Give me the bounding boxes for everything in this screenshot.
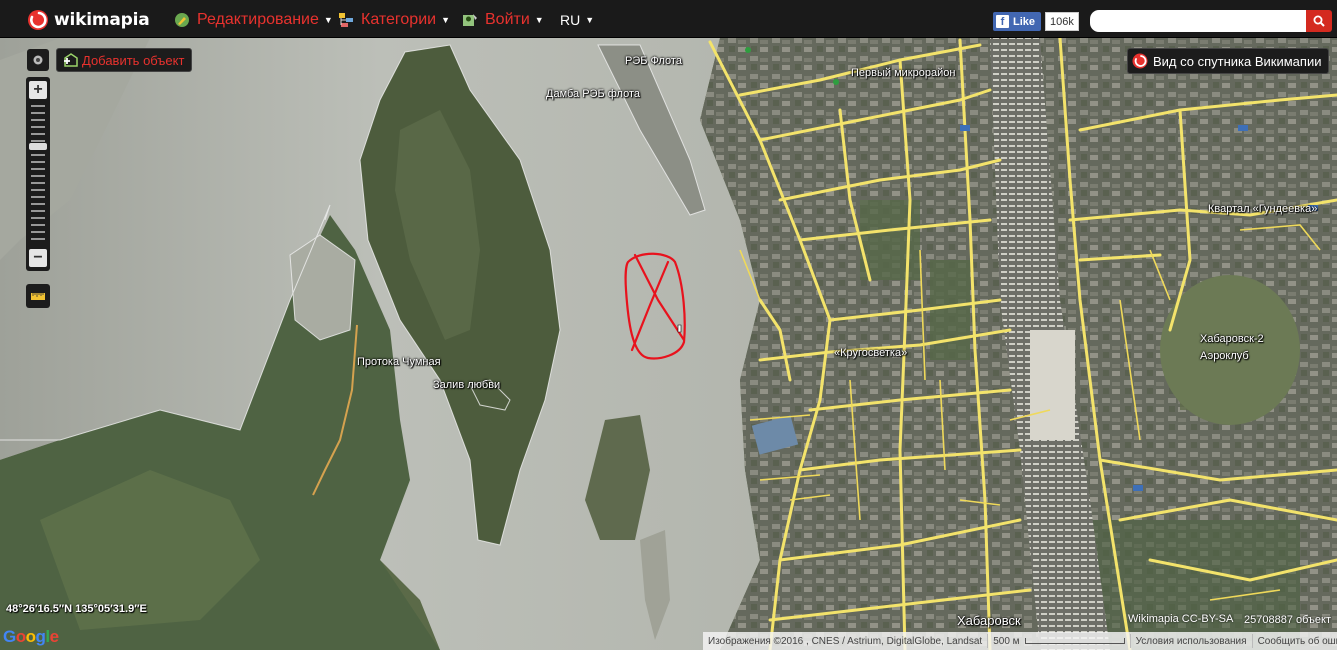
cursor-coordinates: 48°26′16.5″N 135°05′31.9″E (6, 603, 147, 615)
map-label-kvartal-gundeevka[interactable]: Квартал «Гундеевка» (1208, 203, 1317, 215)
object-count: 25708887 объект (1244, 614, 1332, 626)
zoom-in-button[interactable]: + (29, 81, 47, 99)
zoom-slider-handle[interactable] (29, 143, 47, 150)
google-logo[interactable]: Google (3, 627, 59, 647)
map-footer-bar: Изображения ©2016 , CNES / Astrium, Digi… (703, 632, 1337, 650)
scale-bar (1024, 638, 1125, 644)
edit-icon (175, 13, 189, 27)
chevron-down-icon: ▼ (585, 15, 595, 25)
imagery-attribution: Изображения ©2016 , CNES / Astrium, Digi… (703, 634, 989, 648)
facebook-icon: f (996, 15, 1009, 28)
hand-cursor-icon (677, 324, 682, 333)
search-icon (1313, 15, 1325, 27)
satellite-map[interactable] (0, 38, 1337, 650)
add-object-button[interactable]: Добавить объект (56, 48, 193, 72)
wikimapia-icon (1132, 53, 1148, 69)
user-icon (463, 14, 477, 26)
wikimapia-logo-icon (28, 10, 48, 30)
nav-edit[interactable]: Редактирование ▼ (174, 11, 333, 29)
target-icon (33, 55, 43, 65)
park (930, 260, 970, 360)
categories-icon (339, 13, 353, 27)
scale-label: 500 м (993, 635, 1020, 647)
zoom-slider-track[interactable] (31, 104, 45, 244)
nav-categories[interactable]: Категории ▼ (338, 11, 450, 29)
facebook-like-count: 106k (1045, 12, 1079, 31)
chevron-down-icon: ▼ (441, 15, 450, 25)
nav-login[interactable]: Войти ▼ (462, 11, 544, 29)
logo-text: wikimapia (54, 10, 150, 30)
poi-marker[interactable] (745, 47, 751, 53)
map-label-aeroklub[interactable]: Аэроклуб (1200, 350, 1249, 362)
bus-stop-icon[interactable] (960, 125, 970, 131)
report-error-link[interactable]: Сообщить об ошибке на к (1253, 634, 1337, 648)
facebook-like-widget[interactable]: f Like 106k (993, 12, 1079, 31)
map-label-protoka-chumnaya[interactable]: Протока Чумная (357, 356, 441, 368)
ruler-button[interactable] (26, 284, 50, 308)
map-label-city-khabarovsk[interactable]: Хабаровск (957, 613, 1021, 628)
wikimapia-app: wikimapia Редактирование ▼ Категории ▼ В… (0, 0, 1337, 650)
station-platforms (1030, 330, 1075, 440)
nav-login-label: Войти (485, 11, 530, 28)
zoom-out-button[interactable]: − (29, 249, 47, 267)
language-selector[interactable]: RU ▼ (560, 11, 594, 29)
terms-link[interactable]: Условия использования (1131, 634, 1253, 648)
nav-categories-label: Категории (361, 11, 437, 28)
add-object-icon (64, 53, 78, 67)
facebook-like-label: Like (1013, 15, 1036, 28)
language-label: RU (560, 12, 581, 28)
license-link[interactable]: Wikimapia CC-BY-SA (1128, 613, 1233, 625)
search-button[interactable] (1306, 10, 1332, 32)
add-object-label: Добавить объект (82, 52, 185, 68)
map-scale[interactable]: 500 м (988, 634, 1131, 648)
nav-edit-label: Редактирование (197, 11, 319, 28)
map-label-krugosvetka[interactable]: «Кругосветка» (834, 347, 907, 359)
wikimapia-logo[interactable]: wikimapia (27, 9, 150, 31)
top-bar: wikimapia Редактирование ▼ Категории ▼ В… (0, 0, 1337, 38)
poi-marker[interactable] (833, 79, 839, 85)
map-label-damba[interactable]: Дамба РЭБ флота (546, 88, 640, 100)
facebook-like-button[interactable]: f Like (993, 12, 1042, 31)
bus-stop-icon[interactable] (1238, 125, 1248, 131)
map-label-first-microdistrict[interactable]: Первый микрорайон (851, 67, 955, 79)
satellite-view-label: Вид со спутника Викимапии (1153, 53, 1322, 69)
map-label-reb-flota[interactable]: РЭБ Флота (625, 55, 682, 67)
ruler-icon (31, 293, 45, 300)
bus-stop-icon[interactable] (1133, 485, 1143, 491)
search-input[interactable] (1090, 10, 1306, 32)
map-label-khabarovsk-2[interactable]: Хабаровск-2 (1200, 333, 1264, 345)
chevron-down-icon: ▼ (323, 15, 333, 25)
chevron-down-icon: ▼ (534, 15, 544, 25)
locate-button[interactable] (27, 49, 49, 71)
zoom-control: + − (26, 77, 50, 271)
satellite-view-button[interactable]: Вид со спутника Викимапии (1127, 48, 1330, 74)
map-label-zaliv-lyubvi[interactable]: Залив любви (433, 379, 500, 391)
